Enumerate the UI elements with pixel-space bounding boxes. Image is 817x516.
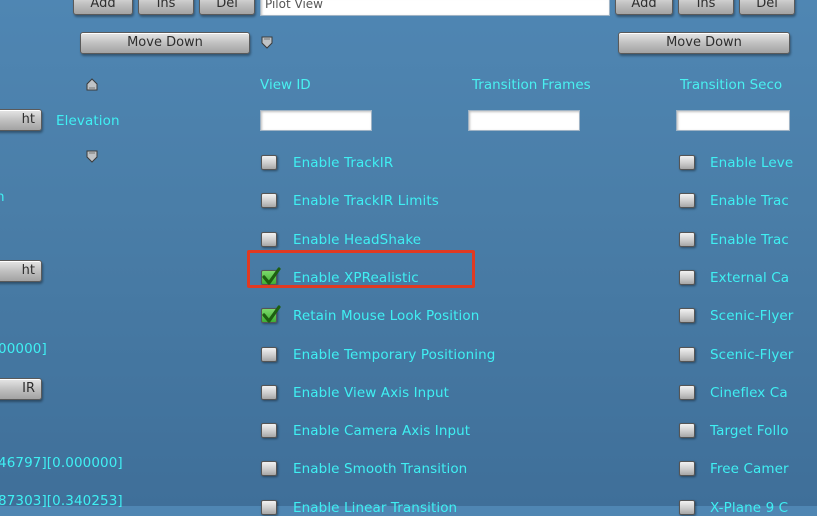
left-button-row4[interactable]: ht: [0, 260, 42, 282]
middle-checkbox[interactable]: [261, 500, 277, 515]
view-name-field[interactable]: Pilot View: [260, 0, 610, 16]
move-down-button-right[interactable]: Move Down: [618, 32, 790, 54]
right-checkbox-label: Enable Leve: [710, 155, 794, 171]
right-checkbox[interactable]: [679, 385, 695, 400]
highlight-box: [247, 250, 475, 288]
add-button-right[interactable]: Add: [615, 0, 673, 15]
right-checkbox-label: Cineflex Ca: [710, 385, 788, 401]
left-text-row9: 87303][0.340253]: [0, 493, 123, 509]
shield-down-icon[interactable]: [86, 150, 98, 164]
transition-seconds-input[interactable]: [676, 110, 790, 131]
shield-down-icon[interactable]: [261, 36, 273, 50]
middle-checkbox-label: Enable Temporary Positioning: [293, 347, 496, 363]
left-text-row8: 46797][0.000000]: [0, 455, 123, 471]
right-checkbox-label: Enable Trac: [710, 232, 789, 248]
right-checkbox-label: Scenic-Flyer: [710, 347, 794, 363]
left-button-row1[interactable]: ht: [0, 109, 42, 131]
middle-checkbox[interactable]: [261, 305, 281, 323]
add-button-left[interactable]: Add: [73, 0, 133, 15]
right-checkbox[interactable]: [679, 155, 695, 170]
transition-frames-input[interactable]: [468, 110, 580, 131]
middle-checkbox[interactable]: [261, 193, 277, 208]
right-checkbox-label: Free Camer: [710, 461, 789, 477]
right-checkbox[interactable]: [679, 270, 695, 285]
middle-checkbox-label: Retain Mouse Look Position: [293, 308, 480, 324]
middle-checkbox[interactable]: [261, 155, 277, 170]
header-view-id: View ID: [260, 77, 311, 93]
middle-checkbox[interactable]: [261, 347, 277, 362]
middle-checkbox[interactable]: [261, 461, 277, 476]
middle-checkbox-label: Enable View Axis Input: [293, 385, 450, 401]
del-button-right[interactable]: Del: [739, 0, 795, 15]
ins-button-left[interactable]: Ins: [138, 0, 194, 15]
middle-checkbox-label: Enable HeadShake: [293, 232, 422, 248]
shield-up-icon[interactable]: [86, 77, 98, 91]
right-checkbox-label: Target Follo: [710, 423, 789, 439]
right-checkbox[interactable]: [679, 500, 695, 515]
view-id-input[interactable]: [260, 110, 372, 131]
left-button-row6[interactable]: IR: [0, 378, 42, 400]
header-transition-frames: Transition Frames: [472, 77, 591, 93]
right-checkbox-label: External Ca: [710, 270, 790, 286]
middle-checkbox-label: Enable Smooth Transition: [293, 461, 468, 477]
middle-checkbox-label: Enable Camera Axis Input: [293, 423, 471, 439]
right-checkbox-label: Scenic-Flyer: [710, 308, 794, 324]
left-text-row2: n: [0, 189, 5, 205]
middle-checkbox[interactable]: [261, 232, 277, 247]
middle-checkbox-label: Enable TrackIR: [293, 155, 394, 171]
move-down-button-left[interactable]: Move Down: [80, 32, 250, 54]
left-text-row5: 00000]: [0, 341, 47, 357]
right-checkbox[interactable]: [679, 423, 695, 438]
middle-checkbox-label: Enable Linear Transition: [293, 500, 458, 516]
header-transition-seconds: Transition Seco: [680, 77, 783, 93]
right-checkbox[interactable]: [679, 308, 695, 323]
right-checkbox[interactable]: [679, 461, 695, 476]
right-checkbox-label: Enable Trac: [710, 193, 789, 209]
elevation-label: Elevation: [56, 113, 120, 129]
middle-checkbox[interactable]: [261, 385, 277, 400]
del-button-left[interactable]: Del: [199, 0, 255, 15]
right-checkbox[interactable]: [679, 232, 695, 247]
middle-checkbox-label: Enable TrackIR Limits: [293, 193, 439, 209]
middle-checkbox[interactable]: [261, 423, 277, 438]
right-checkbox[interactable]: [679, 193, 695, 208]
right-checkbox[interactable]: [679, 347, 695, 362]
ins-button-right[interactable]: Ins: [678, 0, 734, 15]
right-checkbox-label: X-Plane 9 C: [710, 500, 789, 516]
